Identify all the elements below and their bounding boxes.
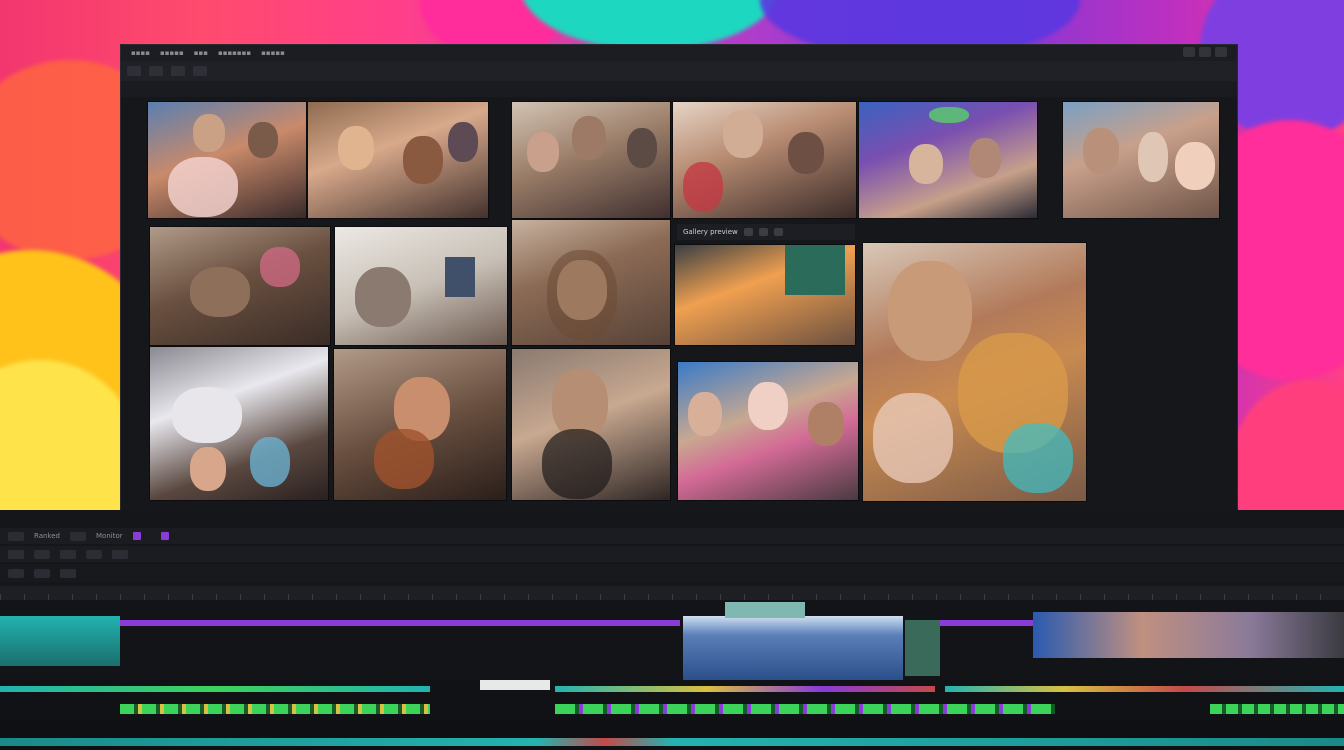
- audio-track: [0, 700, 1344, 720]
- dock-tabs: [20, 512, 1344, 526]
- window-controls: [1183, 47, 1227, 57]
- media-thumbnail[interactable]: [147, 101, 307, 219]
- audio-waveform[interactable]: [0, 686, 430, 692]
- menu-item[interactable]: ▪▪▪▪▪: [261, 49, 285, 57]
- audio-waveform[interactable]: [555, 704, 1055, 714]
- tool-button[interactable]: [8, 531, 24, 541]
- audio-waveform[interactable]: [945, 686, 1344, 692]
- timeline-clip[interactable]: [683, 616, 903, 680]
- purple-chip-icon[interactable]: [132, 532, 141, 540]
- audio-waveform[interactable]: [1210, 704, 1344, 714]
- toolbar: [121, 61, 1237, 81]
- media-thumbnail[interactable]: [677, 361, 859, 501]
- media-thumbnail[interactable]: [672, 101, 857, 219]
- audio-track: [0, 680, 1344, 700]
- audio-waveform[interactable]: [555, 686, 935, 692]
- panel-tabs: [121, 81, 1237, 97]
- grid-view-button[interactable]: [171, 66, 185, 76]
- track-button[interactable]: [34, 568, 50, 578]
- minimize-icon[interactable]: [1183, 47, 1195, 57]
- snap-button[interactable]: [34, 549, 50, 559]
- media-thumbnail[interactable]: [149, 226, 331, 346]
- media-thumbnail[interactable]: [333, 348, 507, 501]
- track-button[interactable]: [60, 568, 76, 578]
- overlay-title: Gallery preview: [683, 228, 738, 236]
- list-view-button[interactable]: [193, 66, 207, 76]
- media-thumbnail[interactable]: [511, 219, 671, 346]
- audio-waveform[interactable]: [480, 680, 550, 690]
- menu-item[interactable]: ▪▪▪: [194, 49, 208, 57]
- media-thumbnail[interactable]: [149, 346, 329, 501]
- control-label: Monitor: [96, 532, 123, 540]
- media-thumbnail[interactable]: [511, 348, 671, 501]
- transport-row: [0, 546, 1344, 562]
- cut-button[interactable]: [60, 549, 76, 559]
- audio-waveform[interactable]: [120, 704, 430, 714]
- tool-button[interactable]: [70, 531, 86, 541]
- track-header-row: [0, 564, 1344, 582]
- more-icon[interactable]: [773, 228, 783, 236]
- play-icon[interactable]: [743, 228, 753, 236]
- control-label: Ranked: [34, 532, 60, 540]
- timeline-clip[interactable]: [0, 616, 120, 666]
- media-browser-window: ▪▪▪▪ ▪▪▪▪▪ ▪▪▪ ▪▪▪▪▪▪▪ ▪▪▪▪▪ Gallery pre…: [120, 44, 1238, 520]
- preview-overlay-bar: Gallery preview: [677, 224, 855, 240]
- timeline-ruler[interactable]: [0, 586, 1344, 600]
- timeline-clip[interactable]: [940, 620, 1035, 626]
- media-thumbnail[interactable]: [674, 244, 856, 346]
- menu-bar: ▪▪▪▪ ▪▪▪▪▪ ▪▪▪ ▪▪▪▪▪▪▪ ▪▪▪▪▪: [121, 45, 1237, 61]
- timeline-clip[interactable]: [120, 620, 680, 626]
- timeline-clip[interactable]: [905, 620, 940, 676]
- video-track: [0, 600, 1344, 680]
- purple-chip-icon[interactable]: [160, 532, 169, 540]
- menu-item[interactable]: ▪▪▪▪▪▪▪: [218, 49, 251, 57]
- playhead-button[interactable]: [8, 549, 24, 559]
- timeline-controls: Ranked Monitor: [0, 528, 1344, 544]
- trim-button[interactable]: [86, 549, 102, 559]
- back-button[interactable]: [127, 66, 141, 76]
- track-button[interactable]: [8, 568, 24, 578]
- media-thumbnail[interactable]: [858, 101, 1038, 219]
- media-grid: Gallery preview: [147, 101, 1222, 502]
- menu-item[interactable]: ▪▪▪▪: [131, 49, 150, 57]
- media-thumbnail[interactable]: [334, 226, 508, 346]
- link-button[interactable]: [112, 549, 128, 559]
- maximize-icon[interactable]: [1199, 47, 1211, 57]
- media-thumbnail[interactable]: [1062, 101, 1220, 219]
- expand-icon[interactable]: [758, 228, 768, 236]
- audio-track: [0, 720, 1344, 750]
- close-icon[interactable]: [1215, 47, 1227, 57]
- media-thumbnail[interactable]: [862, 242, 1087, 502]
- media-thumbnail[interactable]: [511, 101, 671, 219]
- forward-button[interactable]: [149, 66, 163, 76]
- media-thumbnail[interactable]: [307, 101, 489, 219]
- menu-item[interactable]: ▪▪▪▪▪: [160, 49, 184, 57]
- timeline-clip[interactable]: [1033, 612, 1344, 658]
- audio-waveform[interactable]: [0, 738, 1344, 746]
- desktop: ▪▪▪▪ ▪▪▪▪▪ ▪▪▪ ▪▪▪▪▪▪▪ ▪▪▪▪▪ Gallery pre…: [0, 0, 1344, 750]
- timeline-clip[interactable]: [725, 602, 805, 618]
